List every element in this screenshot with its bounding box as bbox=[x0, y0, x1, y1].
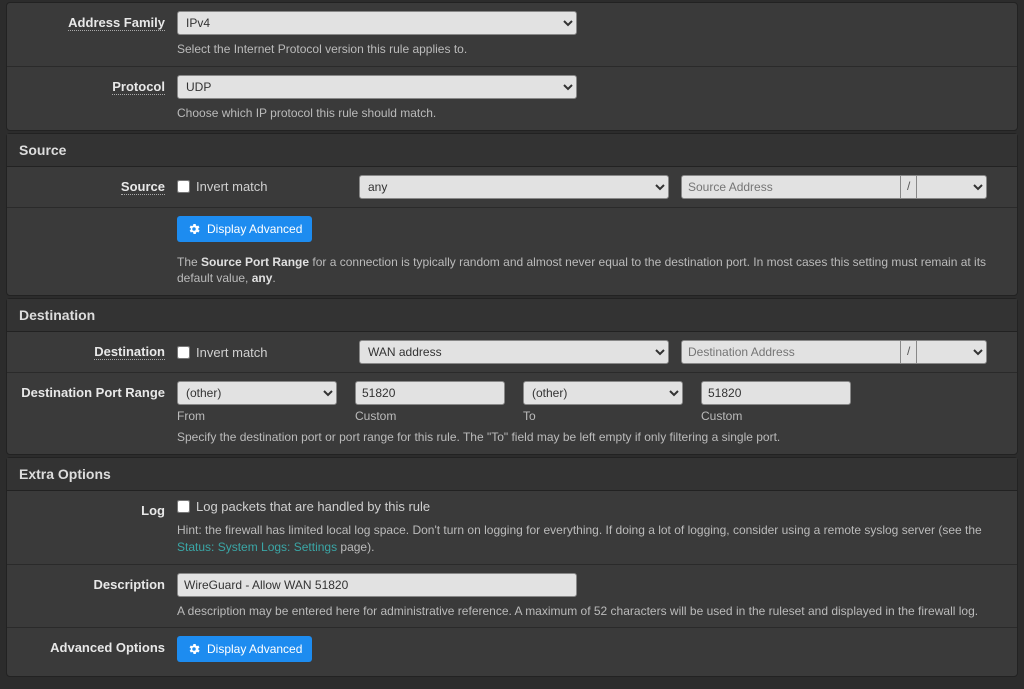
custom-sublabel-2: Custom bbox=[701, 409, 851, 423]
dest-port-from-select[interactable]: (other) bbox=[177, 381, 337, 405]
log-checkbox[interactable] bbox=[177, 500, 190, 513]
description-label: Description bbox=[93, 577, 165, 592]
description-help: A description may be entered here for ad… bbox=[177, 603, 1005, 620]
protocol-help: Choose which IP protocol this rule shoul… bbox=[177, 105, 1005, 122]
protocol-label: Protocol bbox=[112, 79, 165, 95]
log-label: Log bbox=[141, 503, 165, 518]
source-mask-select[interactable] bbox=[917, 175, 987, 199]
address-family-select[interactable]: IPv4 bbox=[177, 11, 577, 35]
syslog-settings-link[interactable]: Status: System Logs: Settings bbox=[177, 540, 337, 554]
address-family-help: Select the Internet Protocol version thi… bbox=[177, 41, 1005, 58]
dest-port-to-custom-input[interactable] bbox=[701, 381, 851, 405]
advanced-options-label: Advanced Options bbox=[50, 640, 165, 655]
mask-separator: / bbox=[901, 340, 917, 364]
dest-port-to-select[interactable]: (other) bbox=[523, 381, 683, 405]
address-family-label: Address Family bbox=[68, 15, 165, 31]
log-help: Hint: the firewall has limited local log… bbox=[177, 522, 1005, 556]
mask-separator: / bbox=[901, 175, 917, 199]
advanced-display-button[interactable]: Display Advanced bbox=[177, 636, 312, 662]
dest-port-from-custom-input[interactable] bbox=[355, 381, 505, 405]
protocol-select[interactable]: UDP bbox=[177, 75, 577, 99]
source-address-input[interactable] bbox=[681, 175, 901, 199]
dest-port-help: Specify the destination port or port ran… bbox=[177, 429, 1005, 446]
source-display-advanced-button[interactable]: Display Advanced bbox=[177, 216, 312, 242]
destination-type-select[interactable]: WAN address bbox=[359, 340, 669, 364]
dest-port-range-label: Destination Port Range bbox=[21, 385, 165, 400]
destination-invert-label: Invert match bbox=[196, 345, 268, 360]
source-invert-checkbox[interactable] bbox=[177, 180, 190, 193]
extra-options-title: Extra Options bbox=[7, 458, 1017, 491]
source-label: Source bbox=[121, 179, 165, 195]
description-input[interactable] bbox=[177, 573, 577, 597]
gear-icon bbox=[187, 222, 201, 236]
from-sublabel: From bbox=[177, 409, 337, 423]
destination-address-input[interactable] bbox=[681, 340, 901, 364]
destination-section-title: Destination bbox=[7, 299, 1017, 332]
source-port-help: The Source Port Range for a connection i… bbox=[177, 254, 1005, 288]
to-sublabel: To bbox=[523, 409, 683, 423]
destination-invert-checkbox[interactable] bbox=[177, 346, 190, 359]
source-section-title: Source bbox=[7, 134, 1017, 167]
custom-sublabel: Custom bbox=[355, 409, 505, 423]
gear-icon bbox=[187, 642, 201, 656]
source-type-select[interactable]: any bbox=[359, 175, 669, 199]
source-invert-label: Invert match bbox=[196, 179, 268, 194]
destination-label: Destination bbox=[94, 344, 165, 360]
destination-mask-select[interactable] bbox=[917, 340, 987, 364]
log-check-label: Log packets that are handled by this rul… bbox=[196, 499, 430, 514]
